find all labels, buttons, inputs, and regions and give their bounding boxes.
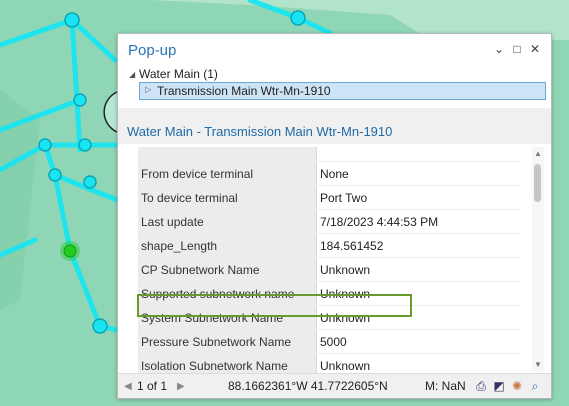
next-arrow-icon[interactable]: ▶ — [177, 381, 185, 392]
attribute-value: Unknown — [316, 305, 521, 330]
attribute-name: CP Subnetwork Name — [138, 257, 317, 282]
export-icon[interactable]: ◩ — [492, 379, 506, 393]
flash-icon[interactable]: ✺ — [510, 379, 524, 393]
attribute-scrollbar[interactable]: ▲ ▼ — [532, 147, 544, 372]
previous-arrow-icon[interactable]: ◀ — [124, 381, 132, 392]
feature-tree: ◢ Water Main (1) ▷ Transmission Main Wtr-… — [118, 66, 551, 104]
scroll-down-icon[interactable]: ▼ — [534, 360, 542, 369]
tree-feature-node[interactable]: ▷ Transmission Main Wtr-Mn-1910 — [139, 82, 546, 100]
attribute-value — [316, 147, 521, 162]
attribute-value: 7/18/2023 4:44:53 PM — [316, 209, 521, 234]
junction-point[interactable] — [92, 318, 108, 334]
popup-titlebar[interactable]: Pop-up ⌄ □ ✕ — [118, 34, 551, 62]
attribute-name — [138, 147, 317, 162]
table-row: shape_Length 184.561452 — [138, 233, 521, 258]
print-icon[interactable]: ⎙ — [474, 379, 488, 393]
table-row: From device terminal None — [138, 161, 521, 186]
expand-triangle-icon[interactable]: ▷ — [145, 85, 151, 94]
attribute-name: System Subnetwork Name — [138, 305, 317, 330]
maximize-icon[interactable]: □ — [510, 42, 524, 56]
table-row — [138, 147, 521, 162]
attribute-value: 184.561452 — [316, 233, 521, 258]
junction-point[interactable] — [290, 10, 306, 26]
junction-point[interactable] — [83, 175, 97, 189]
attribute-value: Unknown — [316, 257, 521, 282]
coordinates-readout: 88.1662361°W 41.7722605°N — [228, 379, 388, 393]
tree-feature-label: Transmission Main Wtr-Mn-1910 — [157, 84, 331, 98]
table-row: Pressure Subnetwork Name 5000 — [138, 329, 521, 354]
popup-title: Pop-up — [128, 42, 177, 59]
junction-point[interactable] — [78, 138, 92, 152]
attribute-name: To device terminal — [138, 185, 317, 210]
tree-layer-node[interactable]: ◢ Water Main (1) — [129, 67, 218, 82]
scroll-up-icon[interactable]: ▲ — [534, 149, 542, 158]
selected-point[interactable] — [63, 244, 77, 258]
scroll-thumb[interactable] — [534, 164, 541, 202]
attribute-name: Pressure Subnetwork Name — [138, 329, 317, 354]
collapse-triangle-icon[interactable]: ◢ — [129, 70, 139, 79]
popup-pane: Pop-up ⌄ □ ✕ ◢ Water Main (1) ▷ Transmiss… — [117, 33, 552, 399]
popup-footer: ◀ 1 of 1 ▶ 88.1662361°W 41.7722605°N M: … — [118, 373, 551, 398]
attribute-name: Last update — [138, 209, 317, 234]
feature-header: Water Main - Transmission Main Wtr-Mn-19… — [118, 108, 551, 144]
table-row: Last update 7/18/2023 4:44:53 PM — [138, 209, 521, 234]
zoom-icon[interactable]: ⌕ — [528, 379, 542, 393]
attribute-value: Port Two — [316, 185, 521, 210]
junction-point[interactable] — [48, 168, 62, 182]
chevron-down-icon[interactable]: ⌄ — [492, 42, 506, 56]
attribute-name: From device terminal — [138, 161, 317, 186]
attribute-value: 5000 — [316, 329, 521, 354]
table-row-highlighted: System Subnetwork Name Unknown — [138, 305, 521, 330]
close-icon[interactable]: ✕ — [528, 42, 542, 56]
tree-layer-label: Water Main (1) — [139, 67, 218, 81]
table-row: Supported subnetwork name Unknown — [138, 281, 521, 306]
attribute-value: None — [316, 161, 521, 186]
attribute-name: shape_Length — [138, 233, 317, 258]
attribute-table: From device terminal None To device termi… — [138, 147, 521, 398]
junction-point[interactable] — [38, 138, 52, 152]
junction-point[interactable] — [64, 12, 80, 28]
feature-title: Water Main - Transmission Main Wtr-Mn-19… — [127, 124, 393, 139]
attribute-value: Unknown — [316, 281, 521, 306]
table-row: To device terminal Port Two — [138, 185, 521, 210]
page-indicator: 1 of 1 — [137, 379, 168, 393]
table-row: CP Subnetwork Name Unknown — [138, 257, 521, 282]
attribute-name: Supported subnetwork name — [138, 281, 317, 306]
measure-readout: M: NaN — [425, 379, 466, 393]
junction-point[interactable] — [73, 93, 87, 107]
